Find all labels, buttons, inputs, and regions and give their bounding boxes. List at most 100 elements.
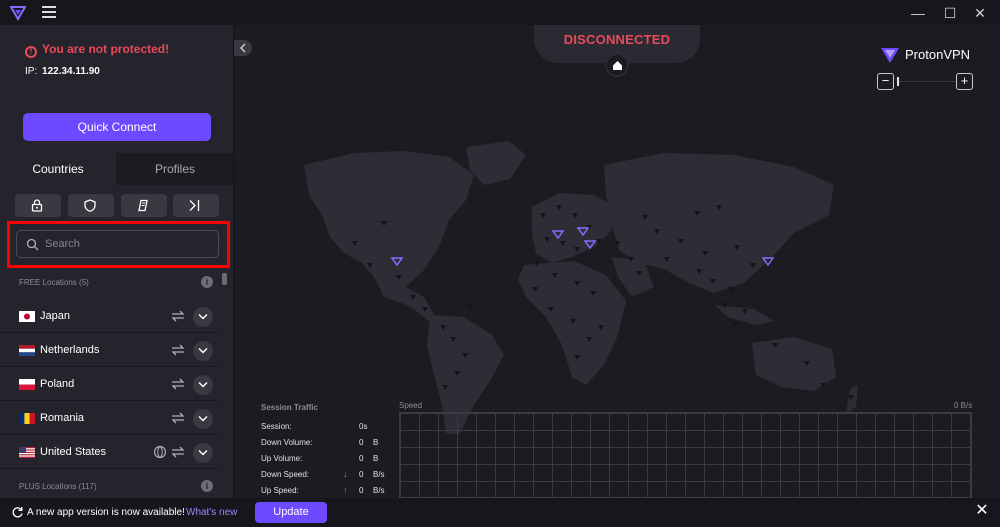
zoom-slider-handle[interactable] [897,77,899,86]
traffic-label: Session: [261,422,292,431]
map-area: DISCONNECTED ProtonVPN − + Session Traff… [234,25,1000,498]
expand-button[interactable] [193,375,213,395]
protection-status-text: You are not protected! [42,42,170,56]
brand-light: VPN [943,47,971,62]
maximize-button[interactable]: ☐ [941,4,959,22]
scrollbar-thumb[interactable] [222,273,227,285]
traffic-row-down-volume: Down Volume: 0 B [261,438,386,450]
country-name: Netherlands [40,344,100,356]
zoom-in-button[interactable]: + [956,73,973,90]
minimize-button[interactable]: — [909,4,927,22]
zoom-slider-track[interactable] [899,81,957,82]
shield-icon [84,199,96,212]
traffic-label: Down Speed: [261,470,310,479]
lock-icon [31,199,43,212]
ip-label: IP: [25,66,38,77]
filter-secure-core-button[interactable] [15,194,61,217]
protection-status: ! You are not protected! [25,42,169,58]
p2p-icon [138,199,148,212]
traffic-value: 0 [359,486,364,495]
chevron-down-icon [198,348,208,354]
traffic-row-session: Session: 0s [261,422,386,434]
speed-graph [399,412,972,498]
reconnect-icon[interactable] [170,445,186,459]
traffic-row-down-speed: Down Speed: ↓ 0 B/s [261,469,386,482]
chevron-down-icon [198,314,208,320]
country-row-netherlands[interactable]: Netherlands [0,333,218,367]
reconnect-icon[interactable] [170,411,186,425]
brand-bold: Proton [905,47,944,62]
sidebar-tabs: Countries Profiles [0,153,233,185]
chevron-left-icon [240,43,246,53]
plus-locations-header: PLUS Locations (117) [19,482,97,491]
update-message: A new app version is now available! [27,507,185,518]
filter-tor-button[interactable] [173,194,219,217]
app-window: — ☐ ✕ ! You are not protected! IP: 122.34… [0,0,1000,527]
title-bar: — ☐ ✕ [0,0,1000,25]
session-traffic-panel: Session Traffic Session: 0s Down Volume:… [254,400,984,498]
collapse-sidebar-button[interactable] [234,40,252,56]
reconnect-icon[interactable] [170,343,186,357]
search-input[interactable] [45,235,215,253]
update-notification-bar: A new app version is now available! What… [0,498,1000,527]
server-filters [0,194,233,218]
traffic-unit: B [373,438,379,447]
tor-arrow-icon [189,200,200,211]
sidebar: ! You are not protected! IP: 122.34.11.90… [0,25,234,498]
speed-graph-label: Speed [399,401,423,410]
expand-button[interactable] [193,307,213,327]
chevron-down-icon [198,450,208,456]
filter-p2p-button[interactable] [121,194,167,217]
zoom-out-button[interactable]: − [877,73,894,90]
ip-value: 122.34.11.90 [42,66,100,77]
search-icon [26,238,39,251]
traffic-row-up-volume: Up Volume: 0 B [261,454,386,466]
close-notification-button[interactable]: ✕ [975,503,989,519]
home-button[interactable] [605,53,629,77]
proton-vpn-logo-icon [881,48,899,63]
hamburger-menu-icon[interactable] [42,6,58,20]
brand-logo: ProtonVPN [880,46,1000,64]
country-name: United States [40,446,107,458]
plus-info-icon[interactable]: i [201,480,213,492]
filter-netshield-button[interactable] [68,194,114,217]
down-arrow-icon: ↓ [343,469,348,479]
free-locations-header: FREE Locations (5) [19,278,89,287]
expand-button[interactable] [193,409,213,429]
globe-icon [153,445,167,459]
free-info-icon[interactable]: i [201,276,213,288]
speed-graph-value: 0 B/s [954,401,973,410]
chevron-down-icon [198,382,208,388]
us-flag-icon [19,447,35,458]
traffic-label: Up Speed: [261,486,299,495]
up-arrow-icon: ↑ [343,485,348,495]
warning-icon: ! [25,46,37,58]
quick-connect-button[interactable]: Quick Connect [23,113,211,141]
country-row-japan[interactable]: Japan [0,299,218,333]
tab-countries[interactable]: Countries [0,153,116,185]
close-window-button[interactable]: ✕ [971,4,989,22]
reconnect-icon[interactable] [170,377,186,391]
romania-flag-icon [19,413,35,424]
traffic-unit: B/s [373,470,385,479]
country-row-poland[interactable]: Poland [0,367,218,401]
country-row-united-states[interactable]: United States [0,435,218,469]
search-highlight-box [7,221,230,268]
home-icon [613,61,622,70]
chevron-down-icon [198,416,208,422]
expand-button[interactable] [193,443,213,463]
expand-button[interactable] [193,341,213,361]
connection-status-text: DISCONNECTED [563,32,671,47]
country-name: Japan [40,310,70,322]
update-button[interactable]: Update [255,502,327,523]
traffic-row-up-speed: Up Speed: ↑ 0 B/s [261,485,386,498]
whats-new-link[interactable]: What's new [186,507,237,518]
proton-logo-icon [10,6,26,21]
country-row-romania[interactable]: Romania [0,401,218,435]
traffic-label: Up Volume: [261,454,303,463]
country-name: Romania [40,412,85,424]
reconnect-icon[interactable] [170,309,186,323]
search-box[interactable] [16,230,219,258]
tab-profiles[interactable]: Profiles [116,153,233,185]
brand-name: ProtonVPN [905,47,970,62]
